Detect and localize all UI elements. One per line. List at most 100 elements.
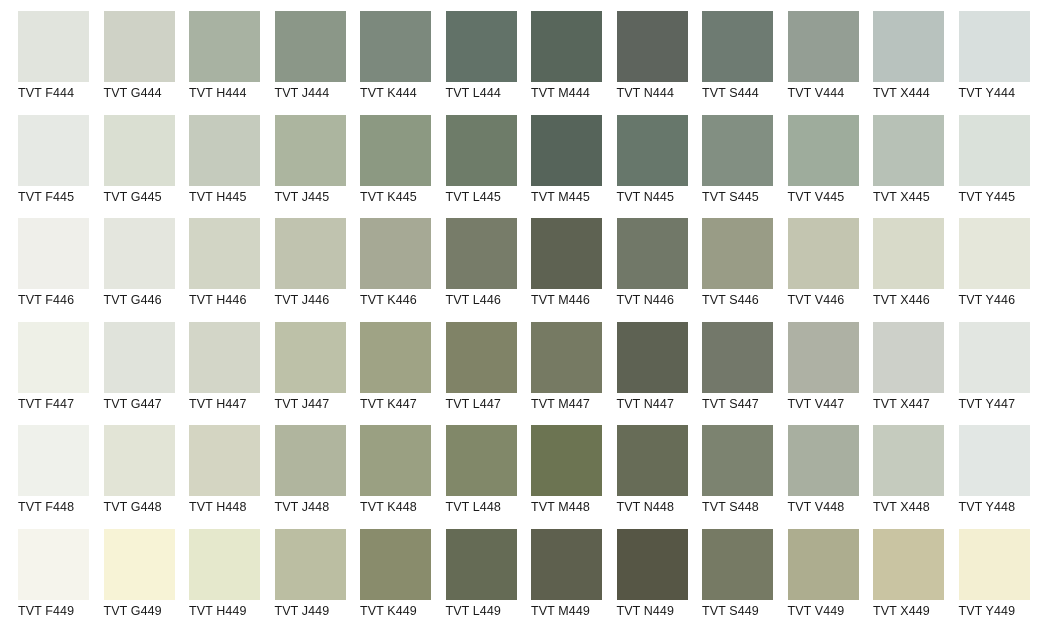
color-swatch[interactable] [702, 528, 773, 600]
swatch-card[interactable]: TVT K446 [360, 218, 431, 318]
color-swatch[interactable] [787, 528, 859, 600]
color-swatch[interactable] [445, 321, 517, 393]
color-swatch[interactable] [189, 114, 260, 186]
color-swatch[interactable] [103, 218, 175, 290]
swatch-card[interactable]: TVT L446 [445, 218, 517, 318]
swatch-card[interactable]: TVT H449 [189, 528, 260, 629]
swatch-card[interactable]: TVT V448 [787, 425, 859, 525]
swatch-card[interactable]: TVT L447 [445, 321, 517, 422]
color-swatch[interactable] [18, 218, 89, 290]
color-swatch[interactable] [958, 528, 1030, 600]
color-swatch[interactable] [274, 11, 346, 82]
swatch-card[interactable]: TVT N446 [616, 218, 688, 318]
color-swatch[interactable] [702, 114, 773, 186]
color-swatch[interactable] [531, 425, 602, 497]
color-swatch[interactable] [616, 218, 688, 290]
color-swatch[interactable] [616, 321, 688, 393]
swatch-card[interactable]: TVT N445 [616, 114, 688, 215]
color-swatch[interactable] [958, 321, 1030, 393]
swatch-card[interactable]: TVT F446 [18, 218, 89, 318]
swatch-card[interactable]: TVT X445 [873, 114, 944, 215]
color-swatch[interactable] [189, 321, 260, 393]
swatch-card[interactable]: TVT V447 [787, 321, 859, 422]
color-swatch[interactable] [103, 425, 175, 497]
color-swatch[interactable] [360, 425, 431, 497]
color-swatch[interactable] [531, 528, 602, 600]
color-swatch[interactable] [445, 528, 517, 600]
swatch-card[interactable]: TVT H445 [189, 114, 260, 215]
color-swatch[interactable] [958, 218, 1030, 290]
color-swatch[interactable] [873, 11, 944, 82]
color-swatch[interactable] [787, 218, 859, 290]
color-swatch[interactable] [18, 425, 89, 497]
swatch-card[interactable]: TVT M448 [531, 425, 602, 525]
color-swatch[interactable] [616, 425, 688, 497]
color-swatch[interactable] [787, 114, 859, 186]
swatch-card[interactable]: TVT K448 [360, 425, 431, 525]
color-swatch[interactable] [958, 425, 1030, 497]
color-swatch[interactable] [873, 321, 944, 393]
color-swatch[interactable] [445, 114, 517, 186]
color-swatch[interactable] [18, 321, 89, 393]
color-swatch[interactable] [702, 425, 773, 497]
color-swatch[interactable] [360, 114, 431, 186]
swatch-card[interactable]: TVT M445 [531, 114, 602, 215]
swatch-card[interactable]: TVT N444 [616, 11, 688, 111]
color-swatch[interactable] [873, 425, 944, 497]
color-swatch[interactable] [873, 114, 944, 186]
color-swatch[interactable] [274, 528, 346, 600]
swatch-card[interactable]: TVT L449 [445, 528, 517, 629]
swatch-card[interactable]: TVT Y446 [958, 218, 1030, 318]
swatch-card[interactable]: TVT V449 [787, 528, 859, 629]
color-swatch[interactable] [445, 218, 517, 290]
swatch-card[interactable]: TVT S446 [702, 218, 773, 318]
swatch-card[interactable]: TVT K447 [360, 321, 431, 422]
color-swatch[interactable] [702, 218, 773, 290]
swatch-card[interactable]: TVT L445 [445, 114, 517, 215]
color-swatch[interactable] [531, 218, 602, 290]
color-swatch[interactable] [787, 425, 859, 497]
color-swatch[interactable] [787, 321, 859, 393]
swatch-card[interactable]: TVT X446 [873, 218, 944, 318]
swatch-card[interactable]: TVT M447 [531, 321, 602, 422]
swatch-card[interactable]: TVT N448 [616, 425, 688, 525]
color-swatch[interactable] [445, 425, 517, 497]
swatch-card[interactable]: TVT X449 [873, 528, 944, 629]
color-swatch[interactable] [702, 321, 773, 393]
swatch-card[interactable]: TVT J448 [274, 425, 346, 525]
swatch-card[interactable]: TVT Y445 [958, 114, 1030, 215]
color-swatch[interactable] [274, 218, 346, 290]
swatch-card[interactable]: TVT X448 [873, 425, 944, 525]
swatch-card[interactable]: TVT S449 [702, 528, 773, 629]
swatch-card[interactable]: TVT M446 [531, 218, 602, 318]
color-swatch[interactable] [702, 11, 773, 82]
color-swatch[interactable] [18, 114, 89, 186]
swatch-card[interactable]: TVT S445 [702, 114, 773, 215]
color-swatch[interactable] [103, 114, 175, 186]
color-swatch[interactable] [103, 528, 175, 600]
color-swatch[interactable] [360, 528, 431, 600]
color-swatch[interactable] [873, 528, 944, 600]
swatch-card[interactable]: TVT N449 [616, 528, 688, 629]
color-swatch[interactable] [616, 528, 688, 600]
swatch-card[interactable]: TVT G449 [103, 528, 175, 629]
swatch-card[interactable]: TVT H448 [189, 425, 260, 525]
swatch-card[interactable]: TVT G444 [103, 11, 175, 111]
swatch-card[interactable]: TVT F444 [18, 11, 89, 111]
color-swatch[interactable] [531, 11, 602, 82]
swatch-card[interactable]: TVT V445 [787, 114, 859, 215]
color-swatch[interactable] [189, 425, 260, 497]
swatch-card[interactable]: TVT M444 [531, 11, 602, 111]
color-swatch[interactable] [274, 114, 346, 186]
color-swatch[interactable] [18, 11, 89, 82]
color-swatch[interactable] [531, 321, 602, 393]
color-swatch[interactable] [189, 11, 260, 82]
swatch-card[interactable]: TVT J449 [274, 528, 346, 629]
color-swatch[interactable] [616, 114, 688, 186]
swatch-card[interactable]: TVT J444 [274, 11, 346, 111]
swatch-card[interactable]: TVT S444 [702, 11, 773, 111]
swatch-card[interactable]: TVT K445 [360, 114, 431, 215]
swatch-card[interactable]: TVT F447 [18, 321, 89, 422]
swatch-card[interactable]: TVT M449 [531, 528, 602, 629]
color-swatch[interactable] [360, 321, 431, 393]
